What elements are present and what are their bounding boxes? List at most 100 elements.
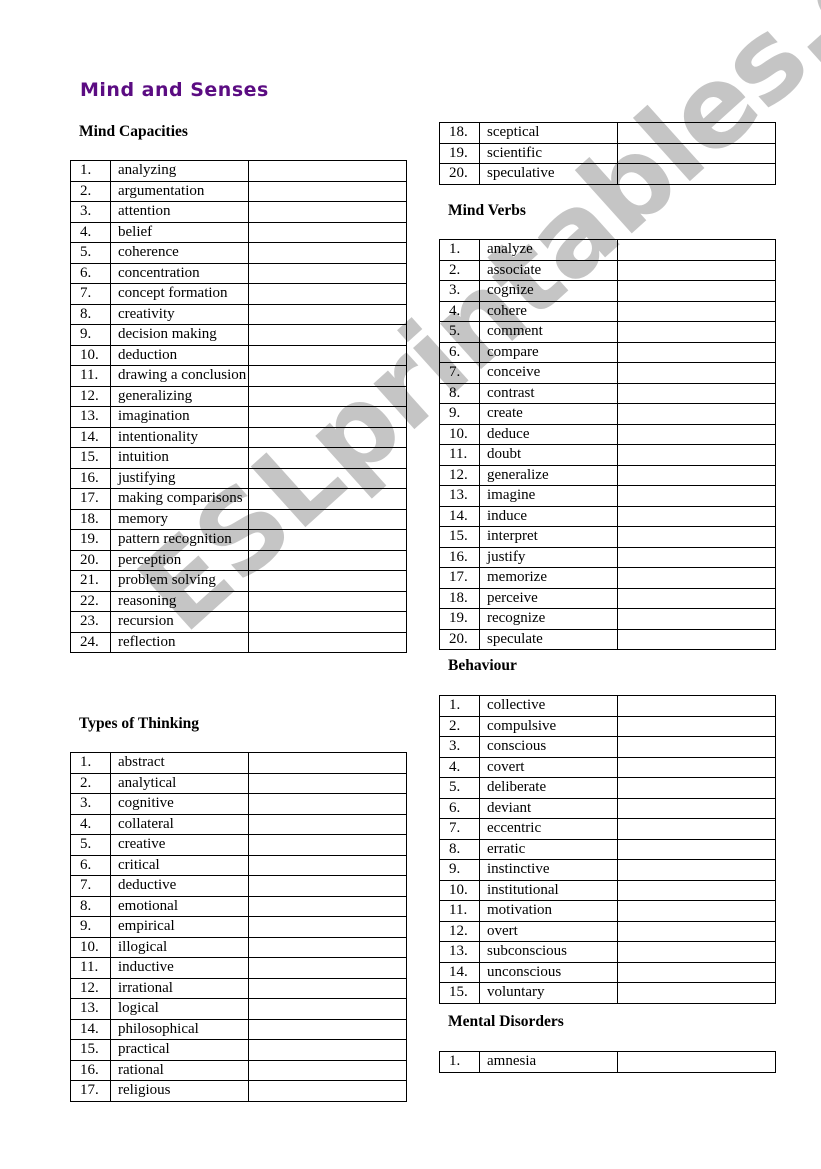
answer-cell[interactable]	[248, 529, 407, 551]
answer-cell[interactable]	[617, 341, 776, 363]
answer-cell[interactable]	[248, 488, 407, 510]
answer-cell[interactable]	[617, 464, 776, 486]
answer-cell[interactable]	[617, 628, 776, 650]
answer-cell[interactable]	[248, 242, 407, 264]
answer-cell[interactable]	[617, 715, 776, 737]
answer-input[interactable]	[249, 815, 406, 834]
answer-cell[interactable]	[617, 587, 776, 609]
answer-input[interactable]	[618, 384, 775, 403]
answer-input[interactable]	[249, 469, 406, 488]
answer-cell[interactable]	[248, 406, 407, 428]
answer-cell[interactable]	[248, 936, 407, 958]
answer-cell[interactable]	[617, 142, 776, 164]
answer-input[interactable]	[618, 261, 775, 280]
answer-input[interactable]	[618, 696, 775, 716]
answer-cell[interactable]	[248, 344, 407, 366]
answer-input[interactable]	[618, 609, 775, 629]
answer-cell[interactable]	[248, 447, 407, 469]
answer-cell[interactable]	[617, 163, 776, 185]
answer-input[interactable]	[249, 794, 406, 814]
answer-cell[interactable]	[617, 382, 776, 404]
answer-input[interactable]	[618, 466, 775, 485]
answer-input[interactable]	[249, 346, 406, 365]
answer-cell[interactable]	[248, 1080, 407, 1102]
answer-input[interactable]	[618, 445, 775, 465]
answer-input[interactable]	[249, 1061, 406, 1080]
answer-cell[interactable]	[248, 977, 407, 999]
answer-cell[interactable]	[617, 1051, 776, 1073]
answer-cell[interactable]	[617, 280, 776, 302]
answer-cell[interactable]	[248, 570, 407, 592]
answer-input[interactable]	[249, 428, 406, 447]
answer-input[interactable]	[249, 897, 406, 916]
answer-input[interactable]	[249, 571, 406, 591]
answer-input[interactable]	[249, 856, 406, 875]
answer-input[interactable]	[618, 281, 775, 301]
answer-input[interactable]	[618, 164, 775, 184]
answer-cell[interactable]	[617, 423, 776, 445]
answer-cell[interactable]	[248, 854, 407, 876]
answer-cell[interactable]	[248, 365, 407, 387]
answer-input[interactable]	[618, 568, 775, 588]
answer-input[interactable]	[249, 835, 406, 855]
answer-input[interactable]	[249, 407, 406, 427]
answer-cell[interactable]	[248, 283, 407, 305]
answer-cell[interactable]	[248, 221, 407, 243]
answer-input[interactable]	[249, 592, 406, 611]
answer-cell[interactable]	[248, 426, 407, 448]
answer-cell[interactable]	[617, 259, 776, 281]
answer-input[interactable]	[249, 753, 406, 773]
answer-cell[interactable]	[248, 324, 407, 346]
answer-cell[interactable]	[248, 590, 407, 612]
answer-input[interactable]	[618, 589, 775, 608]
answer-cell[interactable]	[617, 797, 776, 819]
answer-input[interactable]	[249, 182, 406, 201]
answer-cell[interactable]	[248, 385, 407, 407]
answer-cell[interactable]	[617, 122, 776, 144]
answer-input[interactable]	[618, 486, 775, 506]
answer-input[interactable]	[618, 942, 775, 962]
answer-input[interactable]	[249, 284, 406, 304]
answer-input[interactable]	[249, 510, 406, 529]
answer-input[interactable]	[249, 489, 406, 509]
answer-cell[interactable]	[248, 549, 407, 571]
answer-input[interactable]	[618, 840, 775, 859]
answer-cell[interactable]	[248, 201, 407, 223]
answer-cell[interactable]	[617, 695, 776, 717]
answer-input[interactable]	[618, 717, 775, 736]
answer-input[interactable]	[618, 630, 775, 649]
answer-cell[interactable]	[248, 508, 407, 530]
answer-cell[interactable]	[248, 611, 407, 633]
answer-cell[interactable]	[617, 300, 776, 322]
answer-input[interactable]	[249, 938, 406, 957]
answer-input[interactable]	[249, 551, 406, 570]
answer-cell[interactable]	[617, 777, 776, 799]
answer-input[interactable]	[618, 799, 775, 818]
answer-cell[interactable]	[617, 239, 776, 261]
answer-cell[interactable]	[248, 1059, 407, 1081]
answer-input[interactable]	[249, 1040, 406, 1060]
answer-cell[interactable]	[248, 262, 407, 284]
answer-input[interactable]	[618, 123, 775, 143]
answer-input[interactable]	[618, 404, 775, 424]
answer-input[interactable]	[249, 1020, 406, 1039]
answer-input[interactable]	[618, 144, 775, 163]
answer-cell[interactable]	[248, 772, 407, 794]
answer-cell[interactable]	[617, 859, 776, 881]
answer-cell[interactable]	[617, 526, 776, 548]
answer-cell[interactable]	[248, 752, 407, 774]
answer-cell[interactable]	[617, 838, 776, 860]
answer-cell[interactable]	[617, 485, 776, 507]
answer-input[interactable]	[249, 979, 406, 998]
answer-cell[interactable]	[248, 834, 407, 856]
answer-cell[interactable]	[248, 160, 407, 182]
answer-cell[interactable]	[617, 403, 776, 425]
answer-input[interactable]	[618, 507, 775, 526]
answer-input[interactable]	[249, 917, 406, 937]
answer-input[interactable]	[249, 958, 406, 978]
answer-cell[interactable]	[617, 818, 776, 840]
answer-input[interactable]	[249, 448, 406, 468]
answer-input[interactable]	[249, 161, 406, 181]
answer-input[interactable]	[249, 774, 406, 793]
answer-cell[interactable]	[617, 321, 776, 343]
